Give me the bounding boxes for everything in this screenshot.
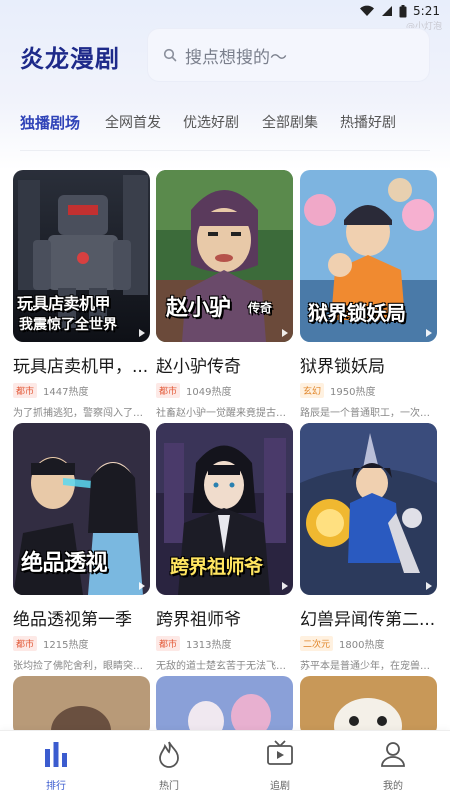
nav-ranking[interactable]: 排行 <box>26 739 86 792</box>
tv-icon <box>267 740 293 765</box>
drama-card[interactable]: 绝品透视 绝品透视第一季 都市 1215热度 张均捡了佛陀舍利，眼睛突然... <box>13 423 150 672</box>
genre-tag: 都市 <box>156 383 181 398</box>
genre-tag: 玄幻 <box>300 383 325 398</box>
nav-label: 排行 <box>46 781 66 792</box>
drama-card[interactable] <box>13 676 150 736</box>
cover-caption: 玩具店卖机甲 <box>17 294 111 313</box>
drama-cover[interactable] <box>156 676 293 736</box>
status-time: 5:21 <box>413 4 440 18</box>
drama-title[interactable]: 跨界祖师爷 <box>156 605 293 630</box>
app-header: 炎龙漫剧 搜点想搜的～ <box>0 28 450 84</box>
drama-description: 张均捡了佛陀舍利，眼睛突然... <box>13 661 150 672</box>
drama-title[interactable]: 狱界锁妖局 <box>300 352 437 377</box>
drama-description: 为了抓捕逃犯，警察闯入了一... <box>13 408 150 419</box>
user-icon <box>381 742 405 767</box>
nav-hot[interactable]: 热门 <box>139 739 199 792</box>
signal-icon <box>382 6 393 16</box>
drama-description: 路辰是一个普通职工，一次深... <box>300 408 437 419</box>
cover-caption: 狱界锁妖局 <box>308 301 406 325</box>
drama-cover[interactable]: 狱界锁妖局 <box>300 170 437 342</box>
drama-title[interactable]: 绝品透视第一季 <box>13 605 150 630</box>
category-tabs: 独播剧场 全网首发 优选好剧 全部剧集 热播好剧 <box>0 108 450 136</box>
drama-cover[interactable] <box>300 423 437 595</box>
play-icon <box>426 329 432 337</box>
drama-title[interactable]: 玩具店卖机甲，... <box>13 352 150 377</box>
chart-bars-icon <box>45 742 67 767</box>
fantasy-beast-cover-art <box>300 423 437 595</box>
drama-card[interactable]: 狱界锁妖局 狱界锁妖局 玄幻 1950热度 路辰是一个普通职工，一次深... <box>300 170 437 419</box>
drama-card[interactable]: 跨界祖师爷 跨界祖师爷 都市 1313热度 无敌的道士楚玄苦于无法飞升... <box>156 423 293 672</box>
tab-hot[interactable]: 热播好剧 <box>340 112 396 132</box>
drama-cover[interactable] <box>13 676 150 736</box>
header-background <box>0 0 450 170</box>
tab-first-release[interactable]: 全网首发 <box>105 112 161 132</box>
drama-cover-art <box>13 676 150 736</box>
drama-title[interactable]: 幻兽异闻传第二... <box>300 605 437 630</box>
drama-cover[interactable]: 跨界祖师爷 <box>156 423 293 595</box>
tab-all[interactable]: 全部剧集 <box>262 112 318 132</box>
heat-count: 1447热度 <box>43 387 89 398</box>
heat-count: 1950热度 <box>330 387 376 398</box>
drama-title[interactable]: 赵小驴传奇 <box>156 352 293 377</box>
drama-cover[interactable]: 绝品透视 <box>13 423 150 595</box>
cover-subcaption: 我震惊了全世界 <box>19 317 117 333</box>
wifi-icon <box>360 5 375 17</box>
nav-label: 我的 <box>383 781 403 792</box>
drama-description: 苏平本是普通少年，在宠兽时... <box>300 661 437 672</box>
search-input[interactable]: 搜点想搜的～ <box>147 28 430 82</box>
search-placeholder: 搜点想搜的～ <box>185 47 287 68</box>
genre-tag: 都市 <box>156 636 181 651</box>
play-icon <box>282 329 288 337</box>
heat-count: 1800热度 <box>339 640 385 651</box>
nav-follow[interactable]: 追剧 <box>250 739 310 792</box>
nav-profile[interactable]: 我的 <box>363 739 423 792</box>
genre-tag: 都市 <box>13 636 38 651</box>
status-bar: 5:21 @小灯泡 <box>0 0 450 32</box>
heat-count: 1049热度 <box>186 387 232 398</box>
play-icon <box>282 582 288 590</box>
drama-description: 社畜赵小驴一觉醒来竟提古代... <box>156 408 293 419</box>
heat-count: 1215热度 <box>43 640 89 651</box>
drama-card[interactable] <box>156 676 293 736</box>
drama-card[interactable]: 赵小驴 传奇 赵小驴传奇 都市 1049热度 社畜赵小驴一觉醒来竟提古代... <box>156 170 293 419</box>
tab-exclusive[interactable]: 独播剧场 <box>20 112 80 133</box>
drama-description: 无敌的道士楚玄苦于无法飞升... <box>156 661 293 672</box>
play-icon <box>426 582 432 590</box>
play-icon <box>139 582 145 590</box>
drama-card[interactable]: 玩具店卖机甲 我震惊了全世界 玩具店卖机甲，... 都市 1447热度 为了抓捕… <box>13 170 150 419</box>
drama-cover-art <box>156 676 293 736</box>
cover-subcaption: 传奇 <box>248 301 273 315</box>
tab-selected[interactable]: 优选好剧 <box>183 112 239 132</box>
cover-caption: 绝品透视 <box>21 551 108 576</box>
play-icon <box>139 329 145 337</box>
nav-label: 热门 <box>159 781 179 792</box>
cover-caption: 赵小驴 <box>166 296 231 321</box>
nav-label: 追剧 <box>270 781 290 792</box>
genre-tag: 二次元 <box>300 636 334 651</box>
bottom-navigation: 排行 热门 追剧 我的 <box>0 730 450 800</box>
drama-cover-art <box>300 676 437 736</box>
drama-cover[interactable] <box>300 676 437 736</box>
tabs-divider <box>20 150 430 151</box>
app-logo: 炎龙漫剧 <box>20 44 120 73</box>
genre-tag: 都市 <box>13 383 38 398</box>
drama-card[interactable] <box>300 676 437 736</box>
cover-caption: 跨界祖师爷 <box>170 556 263 578</box>
drama-card[interactable]: 幻兽异闻传第二... 二次元 1800热度 苏平本是普通少年，在宠兽时... <box>300 423 437 672</box>
drama-cover[interactable]: 玩具店卖机甲 我震惊了全世界 <box>13 170 150 342</box>
heat-count: 1313热度 <box>186 640 232 651</box>
search-icon <box>163 48 177 62</box>
battery-icon <box>399 4 407 17</box>
drama-cover[interactable]: 赵小驴 传奇 <box>156 170 293 342</box>
flame-icon <box>159 741 179 768</box>
